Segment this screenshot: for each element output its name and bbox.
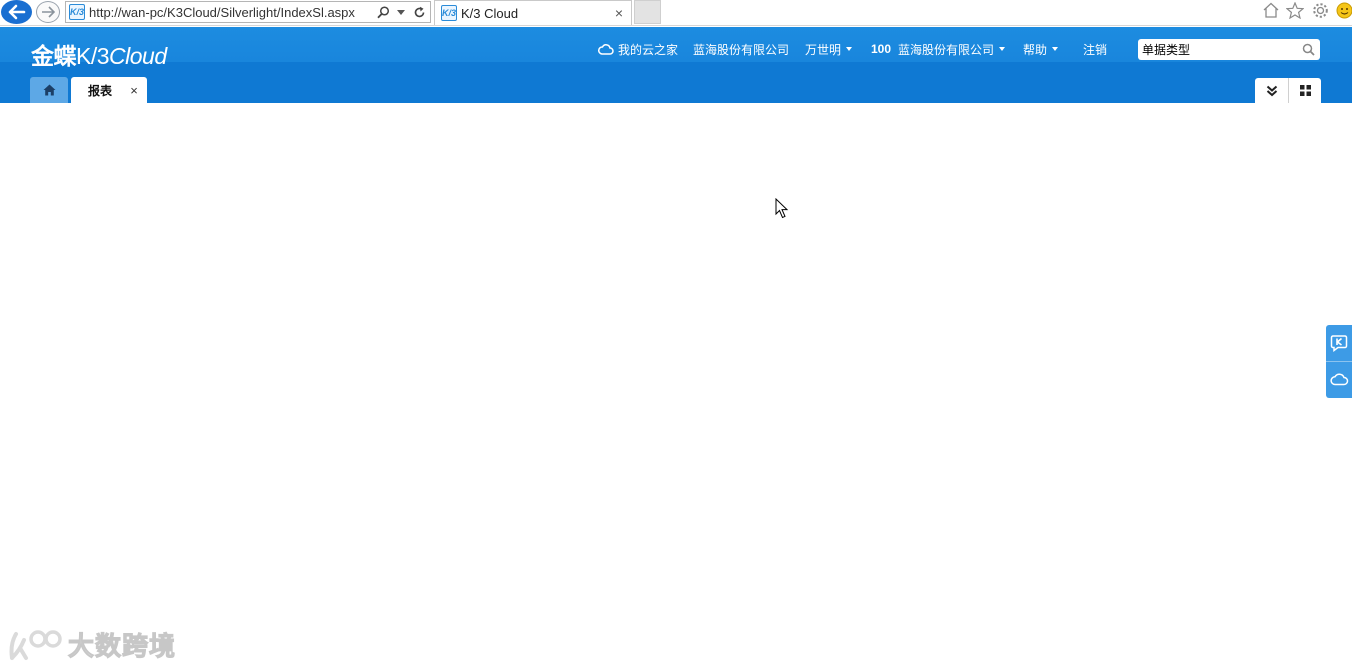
- mouse-cursor-icon: [775, 197, 789, 224]
- home-icon: [43, 84, 55, 96]
- home-icon[interactable]: [1261, 0, 1281, 20]
- nav-cloud-home[interactable]: 我的云之家: [598, 41, 678, 57]
- nav-logout-label: 注销: [1083, 42, 1108, 57]
- grid-view-button[interactable]: [1288, 78, 1321, 103]
- k3-favicon-icon: K/3: [441, 5, 457, 21]
- k3-chat-button[interactable]: [1326, 325, 1352, 361]
- grid-icon: [1299, 85, 1311, 96]
- new-tab-button[interactable]: [634, 0, 661, 24]
- nav-user-menu[interactable]: 万世明: [805, 41, 853, 57]
- cloud-home-button[interactable]: [1326, 361, 1352, 397]
- floating-sidebar: [1326, 325, 1352, 398]
- arrow-right-icon: [42, 6, 55, 18]
- search-icon[interactable]: [376, 4, 390, 20]
- browser-tab[interactable]: K/3 K/3 Cloud ×: [434, 0, 632, 25]
- nav-cloud-home-label: 我的云之家: [618, 42, 679, 57]
- k3-chat-icon: [1330, 335, 1348, 352]
- cloud-icon: [598, 43, 614, 55]
- nav-help-label: 帮助: [1023, 42, 1048, 57]
- caret-down-icon: [1052, 47, 1059, 51]
- gear-icon[interactable]: [1310, 0, 1330, 20]
- watermark-text: 大数跨境: [67, 631, 177, 662]
- nav-org-code: 100: [871, 42, 892, 56]
- home-tab[interactable]: [30, 77, 68, 103]
- watermark-logo-icon: [9, 629, 62, 660]
- tab-report-label: 报表: [88, 83, 113, 98]
- caret-down-icon: [846, 47, 853, 51]
- app-tabbar: [0, 62, 1352, 103]
- arrow-left-icon: [8, 4, 25, 20]
- function-search-box: [1138, 39, 1320, 60]
- browser-toolbar: K/3 http://wan-pc/K3Cloud/Silverlight/In…: [0, 0, 1352, 26]
- nav-user-label: 万世明: [805, 42, 842, 57]
- nav-logout[interactable]: 注销: [1083, 41, 1107, 57]
- url-text[interactable]: http://wan-pc/K3Cloud/Silverlight/IndexS…: [89, 5, 376, 20]
- close-icon[interactable]: ×: [127, 83, 141, 98]
- address-bar[interactable]: K/3 http://wan-pc/K3Cloud/Silverlight/In…: [65, 1, 431, 23]
- main-content: [0, 103, 1352, 670]
- k3-favicon-icon: K/3: [69, 4, 85, 20]
- kingdee-k3-cloud-logo: 金蝶K/3Cloud: [31, 43, 167, 69]
- caret-down-icon: [999, 47, 1006, 51]
- nav-company-label: 蓝海股份有限公司: [693, 42, 790, 57]
- nav-company[interactable]: 蓝海股份有限公司: [693, 41, 789, 57]
- nav-organization-menu[interactable]: 100 蓝海股份有限公司: [871, 41, 1006, 57]
- browser-tab-title: K/3 Cloud: [461, 5, 519, 21]
- search-icon[interactable]: [1300, 42, 1316, 58]
- tab-report[interactable]: 报表 ×: [71, 77, 147, 103]
- back-button[interactable]: [1, 0, 32, 24]
- dropdown-arrow-icon[interactable]: [394, 4, 408, 20]
- search-input[interactable]: [1142, 42, 1300, 57]
- tab-list-dropdown-button[interactable]: [1255, 78, 1288, 103]
- nav-help-menu[interactable]: 帮助: [1023, 41, 1059, 57]
- close-icon[interactable]: ×: [612, 5, 626, 21]
- refresh-icon[interactable]: [412, 4, 426, 20]
- tab-tools: [1255, 78, 1321, 103]
- watermark: 大数跨境: [8, 626, 176, 663]
- forward-button[interactable]: [36, 1, 60, 23]
- double-chevron-down-icon: [1266, 85, 1277, 96]
- cloud-icon: [1329, 373, 1348, 386]
- star-icon[interactable]: [1285, 0, 1305, 20]
- nav-org-name: 蓝海股份有限公司: [898, 42, 995, 57]
- smiley-icon[interactable]: [1334, 0, 1352, 20]
